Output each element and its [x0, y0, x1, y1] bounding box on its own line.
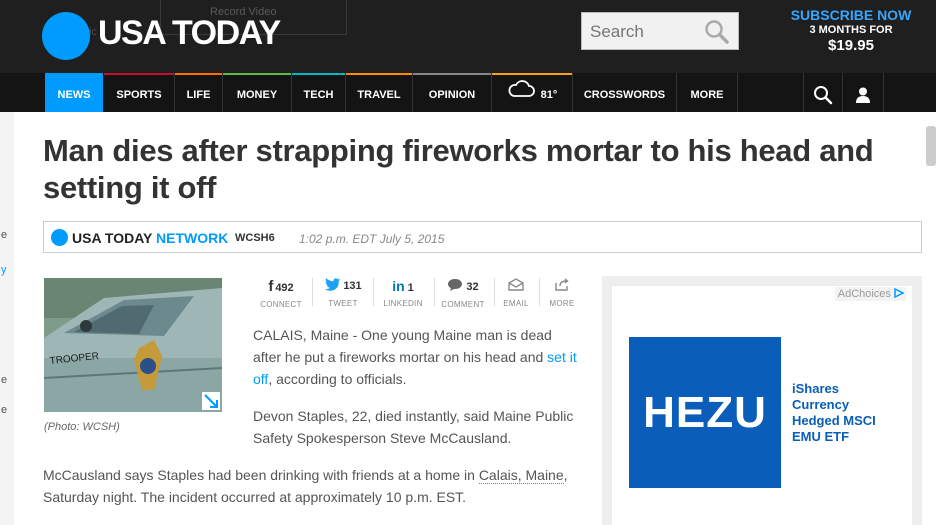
share-comment[interactable]: 32 COMMENT [438, 278, 488, 309]
nav-sports[interactable]: SPORTS [104, 73, 174, 112]
subscribe-price: $19.95 [828, 37, 874, 54]
network-logo-dot [51, 229, 68, 246]
adchoices-badge[interactable]: AdChoices [834, 287, 906, 301]
ad-line-4: EMU ETF [792, 429, 850, 444]
twitter-count: 131 [343, 280, 362, 292]
paragraph-2: Devon Staples, 22, died instantly, said … [253, 405, 593, 449]
photo-caption: (Photo: WCSH) [44, 421, 120, 433]
adchoices-label: AdChoices [837, 288, 891, 300]
share-more[interactable]: MORE [544, 278, 580, 308]
link-off[interactable]: off [253, 371, 268, 387]
facebook-icon: f [268, 278, 274, 295]
ad-line-3: Hedged MSCI [792, 413, 876, 428]
subscribe-line1: SUBSCRIBE NOW [790, 7, 912, 23]
email-icon [508, 278, 524, 294]
p3-comma: , [563, 467, 568, 483]
more-label: MORE [549, 299, 575, 308]
nav-user-icon[interactable] [843, 73, 883, 112]
article-photo[interactable]: TROOPER [44, 278, 222, 412]
nav-more[interactable]: MORE [677, 73, 737, 112]
network-brand[interactable]: USA TODAY NETWORK [72, 230, 228, 246]
cloud-icon [507, 75, 535, 115]
share-linkedin[interactable]: in 1 LINKEDIN [378, 278, 428, 308]
left-edge-panel: e y e e [0, 112, 15, 525]
byline-station[interactable]: WCSH6 [235, 232, 275, 244]
logo-dot[interactable] [42, 12, 90, 60]
paragraph-1: CALAIS, Maine - One young Maine man is d… [253, 324, 593, 390]
ad-copy: iShares Currency Hedged MSCI EMU ETF [792, 381, 876, 445]
ad-creative[interactable]: AdChoices HEZU iShares Currency Hedged M… [612, 286, 912, 525]
comment-label: COMMENT [441, 300, 485, 309]
share-facebook[interactable]: f 492 CONNECT [256, 278, 306, 309]
ad-line-1: iShares [792, 381, 839, 396]
share-icon [554, 278, 570, 294]
facebook-count: 492 [275, 282, 294, 294]
brand-network: NETWORK [156, 230, 229, 246]
p3-line2: Saturday night. The incident occurred at… [43, 489, 467, 505]
nav-search-icon[interactable] [804, 73, 842, 112]
adchoices-icon [894, 287, 905, 299]
p2-line1: Devon Staples, 22, died instantly, said … [253, 408, 574, 424]
subscribe-promo[interactable]: SUBSCRIBE NOW 3 MONTHS FOR $19.95 [752, 7, 936, 54]
ad-line-2: Currency [792, 397, 850, 412]
p1-line3: , according to officials. [268, 371, 407, 387]
byline-timestamp: 1:02 p.m. EDT July 5, 2015 [299, 232, 445, 246]
share-twitter[interactable]: 131 TWEET [318, 278, 368, 308]
search-submit-icon[interactable] [704, 19, 730, 50]
linkedin-icon: in [392, 278, 405, 294]
weather-temp: 81° [540, 89, 558, 102]
link-calais-maine[interactable]: Calais, Maine [478, 467, 564, 484]
search-input[interactable] [588, 19, 704, 45]
nav-crosswords[interactable]: CROSSWORDS [573, 73, 676, 112]
link-set-it[interactable]: set it [547, 349, 577, 365]
top-header: Record Video Basic USA TODAY SUBSCRIBE N… [0, 0, 936, 73]
linkedin-count: 1 [407, 282, 414, 294]
site-logo[interactable]: USA TODAY [98, 14, 281, 53]
p3-line1: McCausland says Staples had been drinkin… [43, 467, 479, 483]
p2-line2: Safety Spokesperson Steve McCausland. [253, 430, 512, 446]
p1-line2: after he put a fireworks mortar on his h… [253, 349, 548, 365]
scrollbar-thumb[interactable] [926, 126, 936, 166]
email-label: EMAIL [503, 299, 529, 308]
comment-count: 32 [466, 281, 479, 293]
paragraph-3: McCausland says Staples had been drinkin… [43, 464, 588, 508]
ad-container: AdChoices HEZU iShares Currency Hedged M… [602, 276, 922, 525]
main-nav: NEWS SPORTS LIFE MONEY TECH TRAVEL OPINI… [0, 73, 936, 112]
article-headline: Man dies after strapping fireworks morta… [43, 133, 874, 205]
brand-usatoday: USA TODAY [72, 230, 153, 246]
p1-line1: CALAIS, Maine - One young Maine man is d… [253, 327, 552, 343]
search-box [581, 12, 739, 50]
facebook-label: CONNECT [260, 300, 302, 309]
comment-icon [447, 278, 463, 295]
nav-tech[interactable]: TECH [292, 73, 345, 112]
subscribe-line2: 3 MONTHS FOR [809, 24, 893, 36]
nav-life[interactable]: LIFE [175, 73, 222, 112]
linkedin-label: LINKEDIN [383, 299, 423, 308]
share-email[interactable]: EMAIL [498, 278, 534, 308]
nav-news[interactable]: NEWS [45, 73, 103, 112]
nav-opinion[interactable]: OPINION [413, 73, 491, 112]
byline-bar: USA TODAY NETWORK WCSH6 1:02 p.m. EDT Ju… [43, 221, 922, 253]
twitter-label: TWEET [328, 299, 358, 308]
twitter-icon [324, 278, 341, 294]
nav-weather[interactable]: 81° [492, 73, 572, 112]
nav-travel[interactable]: TRAVEL [346, 73, 412, 112]
ad-logo-hezu: HEZU [629, 337, 781, 488]
nav-money[interactable]: MONEY [223, 73, 291, 112]
